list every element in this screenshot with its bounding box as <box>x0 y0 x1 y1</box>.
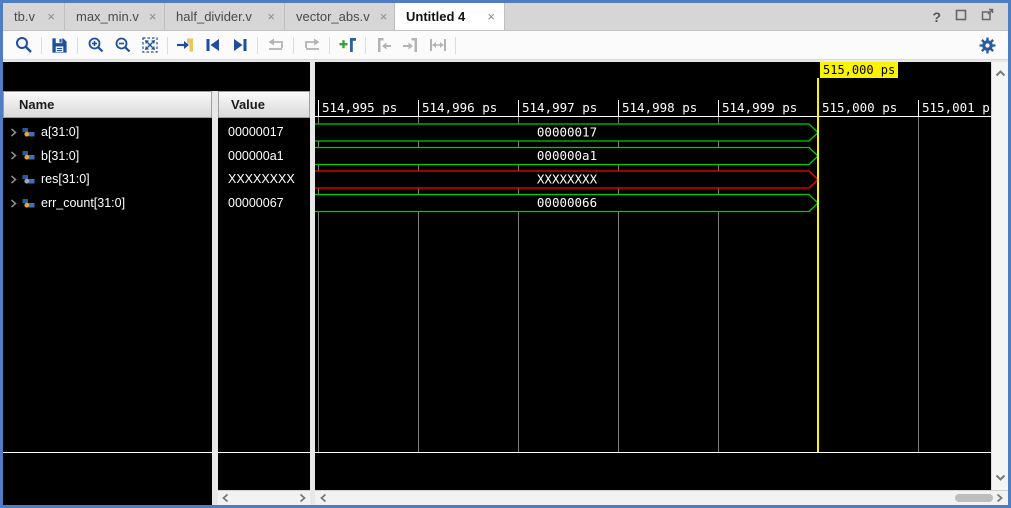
waveform-canvas[interactable]: 514,995 ps514,996 ps514,997 ps514,998 ps… <box>315 62 991 490</box>
tab-label: Untitled 4 <box>406 9 465 24</box>
close-icon[interactable]: × <box>47 9 55 24</box>
toolbar-separator <box>41 37 42 54</box>
tab-untitled-4[interactable]: Untitled 4 × <box>395 3 505 30</box>
zoom-fit-icon[interactable] <box>136 34 163 57</box>
signal-row[interactable]: res[31:0] <box>3 167 212 191</box>
signal-value-cell[interactable]: 000000a1 <box>218 144 310 168</box>
previous-transition-icon[interactable] <box>199 34 226 57</box>
tab-tb-v[interactable]: tb.v × <box>3 3 65 30</box>
toolbar-separator <box>167 37 168 54</box>
window-controls: ? <box>932 3 1008 30</box>
save-waveform-icon[interactable] <box>46 34 73 57</box>
bus-signal-icon <box>22 198 35 209</box>
next-transition-icon[interactable] <box>226 34 253 57</box>
toolbar-separator <box>293 37 294 54</box>
tabs-container: tb.v×max_min.v×half_divider.v×vector_abs… <box>3 3 505 30</box>
tab-bar: tb.v×max_min.v×half_divider.v×vector_abs… <box>3 3 1008 31</box>
window-body: tb.v×max_min.v×half_divider.v×vector_abs… <box>3 3 1008 505</box>
signal-name: res[31:0] <box>41 172 90 186</box>
bus-waveforms: 00000017 000000a1 XXXXXXXX 00000066 <box>315 62 991 454</box>
signal-row[interactable]: b[31:0] <box>3 144 212 168</box>
toolbar-buttons <box>10 34 460 57</box>
snap-to-transition-icon <box>298 34 325 57</box>
goto-cursor-icon[interactable] <box>172 34 199 57</box>
panel-divider-line <box>3 452 212 453</box>
wave-horizontal-scrollbar[interactable] <box>315 490 1008 505</box>
tab-max-min-v[interactable]: max_min.v × <box>65 3 165 30</box>
name-column-header[interactable]: Name <box>3 91 212 118</box>
add-marker-icon[interactable] <box>334 34 361 57</box>
panel-divider-line <box>218 452 310 453</box>
vertical-scrollbar[interactable] <box>991 62 1008 490</box>
bus-value-label: XXXXXXXX <box>537 172 598 187</box>
scroll-right-icon[interactable] <box>995 493 1004 503</box>
bus-value-label: 00000017 <box>537 125 597 140</box>
expand-icon[interactable] <box>9 199 18 208</box>
scroll-right-icon[interactable] <box>298 493 307 503</box>
scroll-up-icon[interactable] <box>995 65 1006 83</box>
bus-value-label: 000000a1 <box>537 148 597 163</box>
signal-value-cell[interactable]: XXXXXXXX <box>218 167 310 191</box>
next-marker-icon <box>397 34 424 57</box>
zoom-in-icon[interactable] <box>82 34 109 57</box>
close-icon[interactable]: × <box>380 9 388 24</box>
tab-label: tb.v <box>14 9 35 24</box>
expand-icon[interactable] <box>9 128 18 137</box>
bus-signal-icon <box>22 150 35 161</box>
toolbar-separator <box>257 37 258 54</box>
expand-icon[interactable] <box>9 151 18 160</box>
signal-name: a[31:0] <box>41 125 79 139</box>
signal-value: XXXXXXXX <box>228 172 295 186</box>
signal-value: 00000017 <box>228 125 284 139</box>
value-horizontal-scrollbar[interactable] <box>218 490 310 505</box>
signal-value-cell[interactable]: 00000067 <box>218 191 310 215</box>
close-icon[interactable]: × <box>267 9 275 24</box>
bus-value-label: 00000066 <box>537 195 597 210</box>
signal-value-cell[interactable]: 00000017 <box>218 120 310 144</box>
vivado-simulation-window: { "icons": { "close": "×", "help": "?" }… <box>0 0 1011 508</box>
signal-name: err_count[31:0] <box>41 196 125 210</box>
tab-label: vector_abs.v <box>296 9 370 24</box>
scroll-left-icon[interactable] <box>221 493 230 503</box>
signal-row[interactable]: a[31:0] <box>3 120 212 144</box>
wave-area-bottom-line <box>315 452 991 453</box>
previous-marker-icon <box>370 34 397 57</box>
bus-signal-icon <box>22 127 35 138</box>
signal-value: 000000a1 <box>228 149 284 163</box>
time-cursor[interactable] <box>817 78 819 452</box>
help-icon[interactable]: ? <box>932 9 941 25</box>
signal-value: 00000067 <box>228 196 284 210</box>
signal-panel-header-strip <box>3 62 310 91</box>
value-column-header[interactable]: Value <box>218 91 310 118</box>
cursor-time-label[interactable]: 515,000 ps <box>820 62 898 78</box>
scroll-down-icon[interactable] <box>995 469 1006 487</box>
span-markers-icon <box>424 34 451 57</box>
tab-label: half_divider.v <box>176 9 252 24</box>
swap-cursors-icon <box>262 34 289 57</box>
signal-name-panel: a[31:0] b[31:0] res[31:0] err_count[31:0] <box>3 118 212 505</box>
find-icon[interactable] <box>10 34 37 57</box>
maximize-icon[interactable] <box>955 8 967 26</box>
expand-icon[interactable] <box>9 175 18 184</box>
zoom-out-icon[interactable] <box>109 34 136 57</box>
wave-toolbar <box>3 31 1008 60</box>
signal-row[interactable]: err_count[31:0] <box>3 191 212 215</box>
toolbar-separator <box>77 37 78 54</box>
close-icon[interactable]: × <box>487 9 495 24</box>
tab-half-divider-v[interactable]: half_divider.v × <box>165 3 285 30</box>
tab-vector-abs-v[interactable]: vector_abs.v × <box>285 3 395 30</box>
tab-label: max_min.v <box>76 9 139 24</box>
settings-gear-icon[interactable] <box>979 37 996 54</box>
toolbar-separator <box>365 37 366 54</box>
toolbar-separator <box>455 37 456 54</box>
float-window-icon[interactable] <box>981 8 994 26</box>
signal-name: b[31:0] <box>41 149 79 163</box>
close-icon[interactable]: × <box>149 9 157 24</box>
scroll-left-icon[interactable] <box>319 493 328 503</box>
toolbar-separator <box>329 37 330 54</box>
bus-signal-icon <box>22 174 35 185</box>
signal-value-panel: 00000017 000000a1 XXXXXXXX 00000067 <box>218 118 310 490</box>
scrollbar-thumb[interactable] <box>955 494 993 502</box>
